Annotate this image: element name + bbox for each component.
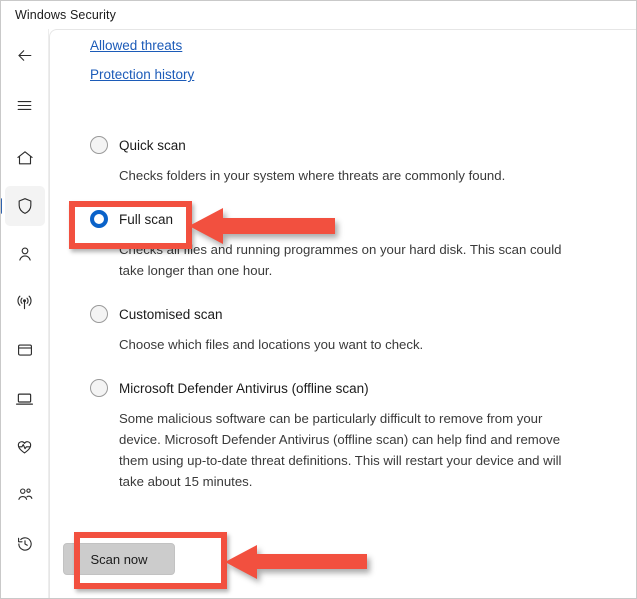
scan-option-label: Customised scan bbox=[119, 306, 223, 322]
annotation-box-scan-now bbox=[74, 532, 227, 589]
scan-option-offline-scan[interactable]: Microsoft Defender Antivirus (offline sc… bbox=[90, 377, 620, 492]
link-allowed-threats[interactable]: Allowed threats bbox=[90, 38, 182, 53]
person-icon bbox=[15, 244, 35, 264]
nav-item-virus-threat-protection[interactable] bbox=[1, 186, 45, 226]
navigation-rail bbox=[1, 29, 49, 598]
nav-item-protection-history[interactable] bbox=[5, 524, 45, 564]
radio-customised-scan[interactable] bbox=[90, 305, 108, 323]
nav-item-app-browser-control[interactable] bbox=[5, 330, 45, 370]
scan-option-label: Microsoft Defender Antivirus (offline sc… bbox=[119, 380, 369, 396]
back-button[interactable] bbox=[5, 35, 45, 75]
scan-options-group: Quick scan Checks folders in your system… bbox=[90, 134, 620, 512]
family-people-icon bbox=[14, 484, 35, 505]
scan-option-quick-scan[interactable]: Quick scan Checks folders in your system… bbox=[90, 134, 620, 186]
content-panel: Allowed threats Protection history Quick… bbox=[49, 29, 636, 598]
radio-quick-scan[interactable] bbox=[90, 136, 108, 154]
home-icon bbox=[15, 148, 35, 168]
title-bar: Windows Security bbox=[1, 1, 636, 29]
windows-security-window: Windows Security groovyPost.com bbox=[0, 0, 637, 599]
scan-option-description: Choose which files and locations you wan… bbox=[119, 337, 424, 352]
back-arrow-icon bbox=[15, 46, 34, 65]
nav-item-account-protection[interactable] bbox=[5, 234, 45, 274]
annotation-arrow-full-scan bbox=[187, 205, 337, 252]
nav-item-device-security[interactable] bbox=[5, 378, 45, 418]
scan-option-label: Quick scan bbox=[119, 137, 186, 153]
wifi-signal-icon bbox=[14, 292, 35, 313]
nav-item-family-options[interactable] bbox=[5, 474, 45, 514]
scan-option-description: Checks folders in your system where thre… bbox=[119, 168, 506, 183]
radio-offline-scan[interactable] bbox=[90, 379, 108, 397]
nav-item-firewall-network-protection[interactable] bbox=[5, 282, 45, 322]
shield-icon bbox=[15, 196, 35, 216]
hamburger-menu-icon bbox=[15, 96, 34, 115]
heart-pulse-icon bbox=[14, 436, 35, 457]
annotation-arrow-scan-now bbox=[223, 542, 369, 587]
nav-selection-indicator bbox=[1, 198, 2, 214]
scan-option-description: Some malicious software can be particula… bbox=[119, 411, 562, 489]
menu-button[interactable] bbox=[5, 85, 45, 125]
window-title: Windows Security bbox=[15, 8, 116, 22]
annotation-box-full-scan bbox=[69, 201, 192, 249]
scan-option-customised-scan[interactable]: Customised scan Choose which files and l… bbox=[90, 303, 620, 355]
history-clock-icon bbox=[15, 534, 35, 554]
nav-item-device-performance-health[interactable] bbox=[5, 426, 45, 466]
nav-item-home[interactable] bbox=[5, 138, 45, 178]
app-window-icon bbox=[15, 340, 35, 360]
laptop-icon bbox=[14, 388, 35, 409]
link-protection-history[interactable]: Protection history bbox=[90, 67, 194, 82]
